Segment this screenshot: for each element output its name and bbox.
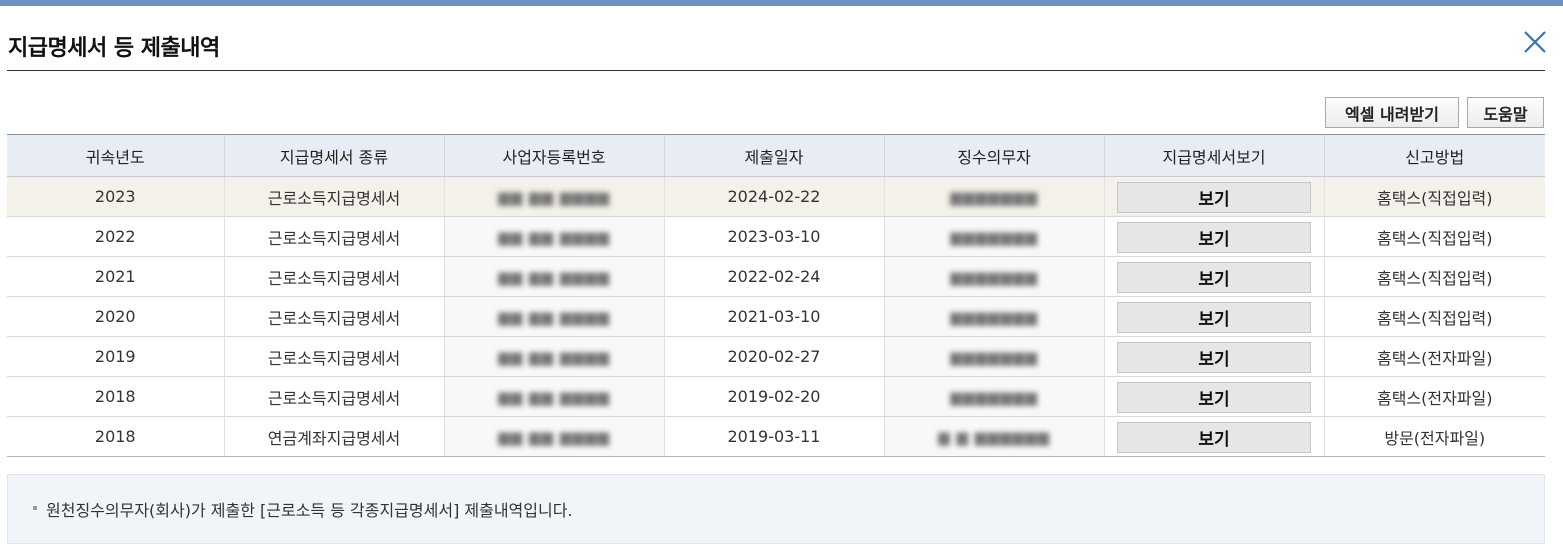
cell-year: 2020 xyxy=(7,296,224,337)
redacted-business-number: ▆▆ ▆▆ ▆▆▆▆ xyxy=(498,388,610,406)
window-top-bar xyxy=(0,0,1563,6)
table-row[interactable]: 2019 근로소득지급명세서 ▆▆ ▆▆ ▆▆▆▆ 2020-02-27 ▆▆▆▆▆▆▆… xyxy=(7,336,1545,377)
cell-method: 홈택스(직접입력) xyxy=(1323,296,1545,337)
submission-table: 귀속년도 지급명세서 종류 사업자등록번호 제출일자 징수의무자 지급명세서보기… xyxy=(7,134,1545,457)
cell-year: 2018 xyxy=(7,376,224,417)
cell-withholding-agent-redacted: ▆▆▆▆▆▆▆ xyxy=(883,256,1104,297)
redacted-business-number: ▆▆ ▆▆ ▆▆▆▆ xyxy=(498,308,610,326)
view-statement-button[interactable]: 보기 xyxy=(1117,421,1311,453)
redacted-business-number: ▆▆ ▆▆ ▆▆▆▆ xyxy=(498,228,610,246)
cell-withholding-agent-redacted: ▆▆▆▆▆▆▆ xyxy=(883,216,1104,257)
column-header-submit-date[interactable]: 제출일자 xyxy=(663,134,884,177)
redacted-withholding-agent: ▆▆▆▆▆▆▆ xyxy=(950,188,1038,206)
toolbar: 엑셀 내려받기 도움말 xyxy=(1325,97,1544,128)
cell-business-number-redacted: ▆▆ ▆▆ ▆▆▆▆ xyxy=(443,296,664,337)
view-statement-button[interactable]: 보기 xyxy=(1117,261,1311,293)
title-divider xyxy=(7,70,1545,71)
column-header-view[interactable]: 지급명세서보기 xyxy=(1103,134,1324,177)
dialog-title: 지급명세서 등 제출내역 xyxy=(8,36,220,61)
cell-year: 2021 xyxy=(7,256,224,297)
view-statement-button[interactable]: 보기 xyxy=(1117,381,1311,413)
cell-year: 2022 xyxy=(7,216,224,257)
cell-type: 근로소득지급명세서 xyxy=(223,176,444,217)
table-row[interactable]: 2018 근로소득지급명세서 ▆▆ ▆▆ ▆▆▆▆ 2019-02-20 ▆▆▆▆▆▆▆… xyxy=(7,376,1545,417)
cell-type: 연금계좌지급명세서 xyxy=(223,416,444,457)
cell-business-number-redacted: ▆▆ ▆▆ ▆▆▆▆ xyxy=(443,416,664,457)
redacted-withholding-agent: ▆▆▆▆▆▆▆ xyxy=(950,308,1038,326)
table-row[interactable]: 2020 근로소득지급명세서 ▆▆ ▆▆ ▆▆▆▆ 2021-03-10 ▆▆▆▆▆▆▆… xyxy=(7,296,1545,337)
cell-withholding-agent-redacted: ▆▆▆▆▆▆▆ xyxy=(883,176,1104,217)
redacted-withholding-agent: ▆▆▆▆▆▆▆ xyxy=(950,228,1038,246)
cell-type: 근로소득지급명세서 xyxy=(223,296,444,337)
cell-method: 홈택스(전자파일) xyxy=(1323,376,1545,417)
cell-submit-date: 2022-02-24 xyxy=(663,256,884,297)
cell-view: 보기 xyxy=(1103,376,1324,417)
table-row[interactable]: 2022 근로소득지급명세서 ▆▆ ▆▆ ▆▆▆▆ 2023-03-10 ▆▆▆▆▆▆▆… xyxy=(7,216,1545,257)
view-statement-button[interactable]: 보기 xyxy=(1117,301,1311,333)
table-row[interactable]: 2023 근로소득지급명세서 ▆▆ ▆▆ ▆▆▆▆ 2024-02-22 ▆▆▆▆▆▆▆… xyxy=(7,176,1545,217)
cell-view: 보기 xyxy=(1103,256,1324,297)
column-header-business-number[interactable]: 사업자등록번호 xyxy=(443,134,664,177)
cell-business-number-redacted: ▆▆ ▆▆ ▆▆▆▆ xyxy=(443,176,664,217)
redacted-business-number: ▆▆ ▆▆ ▆▆▆▆ xyxy=(498,348,610,366)
table-row[interactable]: 2021 근로소득지급명세서 ▆▆ ▆▆ ▆▆▆▆ 2022-02-24 ▆▆▆▆▆▆▆… xyxy=(7,256,1545,297)
cell-submit-date: 2019-02-20 xyxy=(663,376,884,417)
cell-view: 보기 xyxy=(1103,416,1324,457)
column-header-method[interactable]: 신고방법 xyxy=(1323,134,1545,177)
cell-submit-date: 2021-03-10 xyxy=(663,296,884,337)
cell-business-number-redacted: ▆▆ ▆▆ ▆▆▆▆ xyxy=(443,216,664,257)
cell-business-number-redacted: ▆▆ ▆▆ ▆▆▆▆ xyxy=(443,376,664,417)
bullet-icon xyxy=(33,506,37,510)
close-icon[interactable] xyxy=(1520,27,1550,57)
redacted-business-number: ▆▆ ▆▆ ▆▆▆▆ xyxy=(498,428,610,446)
cell-submit-date: 2020-02-27 xyxy=(663,336,884,377)
redacted-withholding-agent: ▆ ▆ ▆▆▆▆▆▆ xyxy=(938,428,1050,446)
table-row[interactable]: 2018 연금계좌지급명세서 ▆▆ ▆▆ ▆▆▆▆ 2019-03-11 ▆ ▆ ▆▆▆… xyxy=(7,416,1545,457)
cell-type: 근로소득지급명세서 xyxy=(223,216,444,257)
cell-business-number-redacted: ▆▆ ▆▆ ▆▆▆▆ xyxy=(443,256,664,297)
column-header-year[interactable]: 귀속년도 xyxy=(7,134,224,177)
redacted-withholding-agent: ▆▆▆▆▆▆▆ xyxy=(950,348,1038,366)
cell-year: 2018 xyxy=(7,416,224,457)
cell-type: 근로소득지급명세서 xyxy=(223,336,444,377)
table-header-row: 귀속년도 지급명세서 종류 사업자등록번호 제출일자 징수의무자 지급명세서보기… xyxy=(7,134,1545,177)
cell-type: 근로소득지급명세서 xyxy=(223,376,444,417)
excel-download-button[interactable]: 엑셀 내려받기 xyxy=(1325,97,1459,128)
cell-method: 홈택스(직접입력) xyxy=(1323,176,1545,217)
redacted-business-number: ▆▆ ▆▆ ▆▆▆▆ xyxy=(498,188,610,206)
help-button[interactable]: 도움말 xyxy=(1467,97,1544,128)
cell-method: 홈택스(직접입력) xyxy=(1323,216,1545,257)
cell-method: 홈택스(전자파일) xyxy=(1323,336,1545,377)
cell-view: 보기 xyxy=(1103,336,1324,377)
cell-submit-date: 2023-03-10 xyxy=(663,216,884,257)
cell-method: 방문(전자파일) xyxy=(1323,416,1545,457)
column-header-withholding-agent[interactable]: 징수의무자 xyxy=(883,134,1104,177)
cell-year: 2023 xyxy=(7,176,224,217)
cell-view: 보기 xyxy=(1103,176,1324,217)
redacted-withholding-agent: ▆▆▆▆▆▆▆ xyxy=(950,388,1038,406)
cell-withholding-agent-redacted: ▆▆▆▆▆▆▆ xyxy=(883,336,1104,377)
view-statement-button[interactable]: 보기 xyxy=(1117,341,1311,373)
cell-view: 보기 xyxy=(1103,296,1324,337)
cell-withholding-agent-redacted: ▆▆▆▆▆▆▆ xyxy=(883,376,1104,417)
cell-withholding-agent-redacted: ▆ ▆ ▆▆▆▆▆▆ xyxy=(883,416,1104,457)
view-statement-button[interactable]: 보기 xyxy=(1117,221,1311,253)
cell-method: 홈택스(직접입력) xyxy=(1323,256,1545,297)
cell-submit-date: 2019-03-11 xyxy=(663,416,884,457)
cell-type: 근로소득지급명세서 xyxy=(223,256,444,297)
view-statement-button[interactable]: 보기 xyxy=(1117,181,1311,213)
cell-view: 보기 xyxy=(1103,216,1324,257)
cell-year: 2019 xyxy=(7,336,224,377)
redacted-withholding-agent: ▆▆▆▆▆▆▆ xyxy=(950,268,1038,286)
cell-submit-date: 2024-02-22 xyxy=(663,176,884,217)
notice-box: 원천징수의무자(회사)가 제출한 [근로소득 등 각종지급명세서] 제출내역입니… xyxy=(7,474,1545,544)
redacted-business-number: ▆▆ ▆▆ ▆▆▆▆ xyxy=(498,268,610,286)
cell-withholding-agent-redacted: ▆▆▆▆▆▆▆ xyxy=(883,296,1104,337)
column-header-type[interactable]: 지급명세서 종류 xyxy=(223,134,444,177)
notice-text: 원천징수의무자(회사)가 제출한 [근로소득 등 각종지급명세서] 제출내역입니… xyxy=(46,501,573,520)
cell-business-number-redacted: ▆▆ ▆▆ ▆▆▆▆ xyxy=(443,336,664,377)
